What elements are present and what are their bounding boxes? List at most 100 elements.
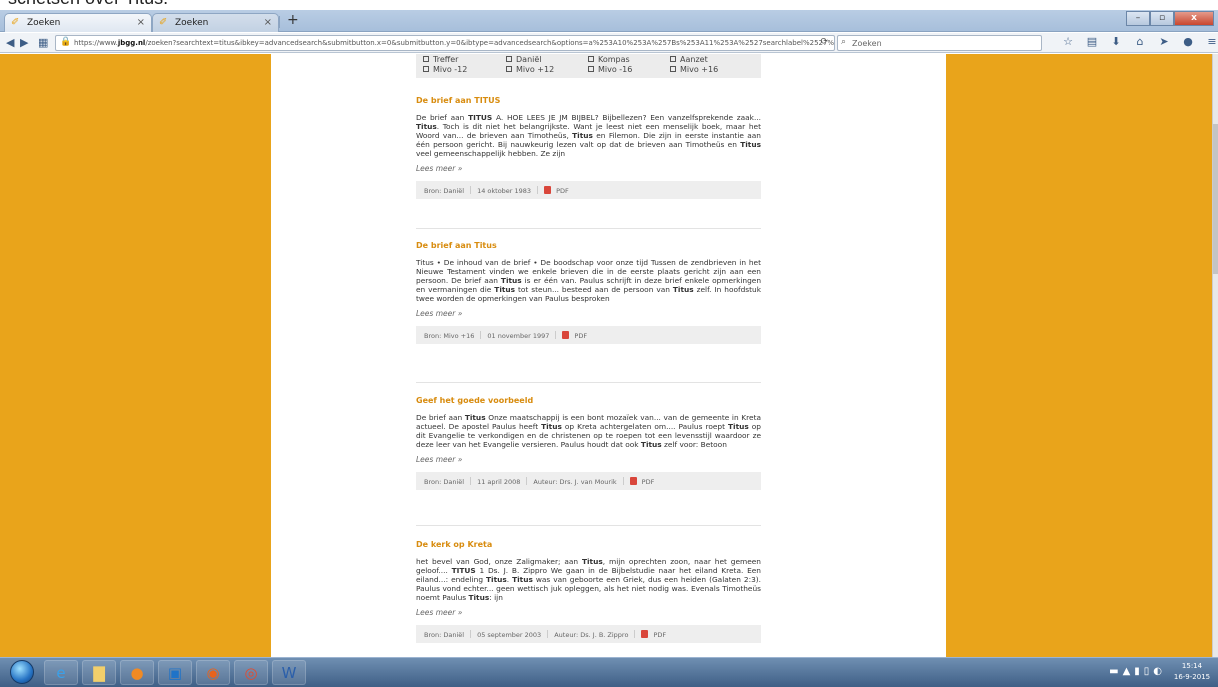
checkbox[interactable] — [588, 56, 594, 62]
result-snippet: De brief aan TITUS A. HOE LEES JE JM BIJ… — [416, 113, 761, 159]
divider — [416, 228, 761, 229]
result-meta: Bron: Daniël 14 oktober 1983 PDF — [416, 181, 761, 200]
result-snippet: De brief aan Titus Onze maatschappij is … — [416, 413, 761, 450]
checkbox[interactable] — [423, 66, 429, 72]
search-result: Geef het goede voorbeeld De brief aan Ti… — [416, 396, 761, 491]
result-title[interactable]: Geef het goede voorbeeld — [416, 396, 761, 405]
filter-column: Daniël Mivo +12 — [506, 55, 554, 75]
result-title[interactable]: De brief aan TITUS — [416, 96, 761, 105]
filter-column: Treffer Mivo -12 — [423, 55, 467, 75]
checkbox[interactable] — [506, 56, 512, 62]
menu-icon[interactable]: ≡ — [1206, 35, 1218, 48]
pdf-link[interactable]: PDF — [653, 631, 666, 639]
result-date: 11 april 2008 — [477, 478, 521, 487]
search-result: De brief aan Titus Titus • De inhoud van… — [416, 241, 762, 345]
pdf-icon[interactable] — [562, 331, 570, 340]
filter-option[interactable]: Daniël — [506, 55, 554, 65]
clock-time: 15:14 — [1181, 662, 1203, 670]
result-title[interactable]: De brief aan Titus — [416, 241, 761, 250]
search-result: De brief aan TITUS De brief aan TITUS A.… — [416, 96, 761, 200]
result-snippet: Titus • De inhoud van de brief • De bood… — [416, 258, 762, 304]
search-input[interactable]: ⌕ Zoeken — [837, 35, 1042, 51]
reload-icon[interactable]: ⟳ — [820, 37, 828, 47]
filter-option[interactable]: Aanzet — [670, 55, 718, 65]
back-icon[interactable]: ◀ — [6, 36, 14, 49]
pdf-icon[interactable] — [544, 186, 552, 195]
read-more-link[interactable]: Lees meer » — [416, 309, 761, 318]
read-more-link[interactable]: Lees meer » — [416, 455, 761, 464]
pdf-link[interactable]: PDF — [642, 478, 655, 486]
tab-zoeken-active[interactable]: ✐ Zoeken × — [4, 13, 152, 32]
result-meta: Bron: Daniël 05 september 2003 Auteur: Ds.… — [416, 625, 761, 644]
checkbox[interactable] — [670, 56, 676, 62]
media-player-icon[interactable]: ● — [120, 660, 154, 685]
close-tab-icon[interactable]: × — [137, 17, 145, 28]
home-icon[interactable]: ⌂ — [1134, 35, 1146, 48]
result-date: 05 september 2003 — [477, 631, 542, 640]
file-explorer-icon[interactable]: ▇ — [82, 660, 116, 685]
checkbox[interactable] — [588, 66, 594, 72]
read-more-link[interactable]: Lees meer » — [416, 164, 761, 173]
result-author: Auteur: Ds. J. B. Zippro — [554, 631, 629, 640]
bookmark-star-icon[interactable]: ☆ — [1062, 35, 1074, 48]
bookmark-favicon-icon: ✐ — [11, 17, 20, 28]
tab-separator — [279, 16, 280, 28]
filter-option[interactable]: Mivo +16 — [670, 65, 718, 75]
download-icon[interactable]: ⬇ — [1110, 35, 1122, 48]
result-author: Auteur: Drs. J. van Mourik — [533, 478, 617, 487]
checkbox[interactable] — [423, 56, 429, 62]
result-date: 01 november 1997 — [487, 332, 550, 341]
pdf-link[interactable]: PDF — [574, 332, 587, 340]
chrome-icon[interactable]: ◎ — [234, 660, 268, 685]
minimize-button[interactable]: – — [1126, 11, 1150, 26]
start-button[interactable] — [10, 660, 34, 684]
firefox-icon[interactable]: ◉ — [196, 660, 230, 685]
pdf-icon[interactable] — [629, 477, 637, 486]
filter-option[interactable]: Mivo -12 — [423, 65, 467, 75]
filter-column: Kompas Mivo -16 — [588, 55, 632, 75]
internet-explorer-icon[interactable]: e — [44, 660, 78, 685]
system-tray[interactable]: ▬▲▮▯◐ — [1109, 666, 1166, 677]
outlook-icon[interactable]: ▣ — [158, 660, 192, 685]
close-window-button[interactable]: x — [1174, 11, 1214, 26]
url-prefix: https://www. — [74, 39, 118, 47]
close-tab-icon[interactable]: × — [264, 17, 272, 28]
search-icon: ⌕ — [841, 37, 847, 47]
result-snippet: het bevel van God, onze Zaligmaker; aan … — [416, 557, 762, 603]
filter-option[interactable]: Treffer — [423, 55, 467, 65]
pdf-icon[interactable] — [641, 630, 649, 639]
pdf-link[interactable]: PDF — [556, 187, 569, 195]
result-meta: Bron: Mivo +16 01 november 1997 PDF — [416, 326, 761, 345]
search-result: De kerk op Kreta het bevel van God, onze… — [416, 540, 762, 644]
navigation-bar: ◀ ▶ ▦ 🔒 https://www.jbgg.nl/zoeken?searc… — [0, 33, 1218, 53]
forward-icon[interactable]: ▶ — [20, 36, 28, 49]
scrollbar-thumb[interactable] — [1213, 124, 1218, 274]
send-icon[interactable]: ➤ — [1158, 35, 1170, 48]
url-bar[interactable]: 🔒 https://www.jbgg.nl/zoeken?searchtext=… — [55, 35, 835, 51]
overlay-caption: schetsen over Titus. — [8, 0, 168, 8]
vertical-scrollbar[interactable] — [1212, 54, 1218, 657]
result-title[interactable]: De kerk op Kreta — [416, 540, 761, 549]
url-path: /zoeken?searchtext=titus&ibkey=advanceds… — [145, 39, 835, 47]
word-icon[interactable]: W — [272, 660, 306, 685]
divider — [416, 382, 761, 383]
filter-option[interactable]: Kompas — [588, 55, 632, 65]
checkbox[interactable] — [506, 66, 512, 72]
clock[interactable]: 15:14 16-9-2015 — [1172, 661, 1212, 683]
clock-date: 16-9-2015 — [1173, 673, 1211, 681]
filter-option[interactable]: Mivo +12 — [506, 65, 554, 75]
read-more-link[interactable]: Lees meer » — [416, 608, 761, 617]
tab-label: Zoeken — [27, 18, 61, 28]
window-controls: – ▫ x — [1126, 11, 1214, 26]
new-tab-button[interactable]: + — [287, 12, 299, 28]
filter-option[interactable]: Mivo -16 — [588, 65, 632, 75]
reading-list-icon[interactable]: ▤ — [1086, 35, 1098, 48]
url-domain: jbgg.nl — [117, 39, 146, 47]
tab-zoeken[interactable]: ✐ Zoeken × — [152, 13, 279, 32]
result-source: Bron: Daniël — [424, 478, 465, 487]
chat-icon[interactable]: ● — [1182, 35, 1194, 48]
maximize-button[interactable]: ▫ — [1150, 11, 1174, 26]
result-source: Bron: Daniël — [424, 631, 465, 640]
checkbox[interactable] — [670, 66, 676, 72]
page-identity-icon[interactable]: ▦ — [38, 36, 48, 49]
